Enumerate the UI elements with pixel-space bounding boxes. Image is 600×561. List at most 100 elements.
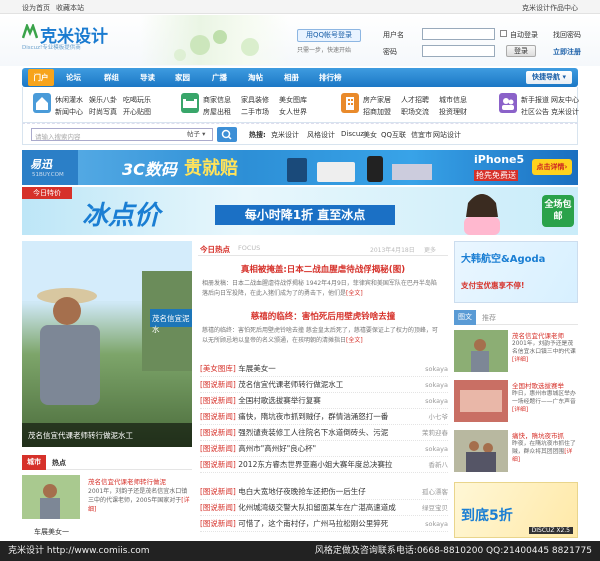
- qq-login-button[interactable]: 用QQ帐号登录: [297, 29, 361, 42]
- hot-search-item[interactable]: 网站设计: [433, 130, 461, 140]
- city-footer-item[interactable]: 车展美女一: [34, 527, 69, 537]
- city-thumbnail: [22, 475, 80, 519]
- side-ad-airline[interactable]: 大韩航空&Agoda 支付宝优惠享不停!: [454, 241, 578, 303]
- category-group-3: 房产家居 招商加盟 人才招聘 职场交流 城市信息 投资理财: [341, 91, 481, 119]
- hot-search-item[interactable]: 美女: [363, 130, 377, 140]
- add-favorite-link[interactable]: 收藏本站: [56, 3, 84, 13]
- nav-portal[interactable]: 门户: [28, 69, 54, 86]
- photo-caption[interactable]: 茂名信宜代课老师转行做泥水工: [28, 430, 133, 441]
- news-item[interactable]: [图说新闻] 电白大宽地仔夜晚抢车还把伤一后生仔 孤心漂客: [200, 484, 448, 500]
- ad-banner-icepoint[interactable]: 今日特价 冰点价 每小时降1折 直至冰点 全场包邮: [22, 187, 578, 235]
- category-group-4: 新手报道 社区公告 网友中心 克米设计: [499, 91, 579, 119]
- auto-login-checkbox[interactable]: [500, 30, 507, 37]
- search-button[interactable]: [217, 127, 237, 142]
- headline-2[interactable]: 慈禧的临终：害怕死后用壁虎铃啥去撞: [198, 310, 448, 322]
- nav-album[interactable]: 相册: [284, 72, 299, 83]
- category-link[interactable]: 职场交流: [401, 107, 429, 117]
- more-link[interactable]: 更多: [424, 245, 436, 254]
- tab-hot[interactable]: 热点: [52, 458, 66, 468]
- login-button[interactable]: 登录: [506, 45, 536, 57]
- category-link[interactable]: 娱乐八卦: [89, 95, 117, 105]
- password-label: 密码: [383, 48, 397, 56]
- category-link[interactable]: 家具装修: [241, 95, 269, 105]
- category-link[interactable]: 商家信息: [203, 95, 231, 105]
- tab-city[interactable]: 城市: [22, 455, 46, 470]
- news-item[interactable]: [图说新闻] 痛快，隋坑夜市抓到贼仔，群情汹涌怒打一番 小七爷: [200, 409, 448, 425]
- password-input[interactable]: [422, 45, 495, 57]
- headline-1[interactable]: 真相被掩盖:日本二战血腥虐待战俘揭秘(图): [198, 263, 448, 275]
- brand-box: 易迅 51BUY.COM: [22, 150, 78, 185]
- search-input[interactable]: 请输入搜索内容: [31, 128, 213, 141]
- search-scope-select[interactable]: 帖子 ▾: [187, 129, 213, 140]
- category-link[interactable]: 房屋出租: [203, 107, 231, 117]
- tab-pic[interactable]: 图文: [454, 310, 476, 325]
- find-password-link[interactable]: 找回密码: [553, 30, 581, 40]
- nav-group[interactable]: 群组: [104, 72, 119, 83]
- nav-broadcast[interactable]: 广播: [212, 72, 227, 83]
- side-pic-item[interactable]: 痛快，隋坑夜市抓 昨夜，在隋坑夜市抓住了贼，群众将其团团围[详细]: [454, 430, 578, 475]
- side-thumb-1: [454, 330, 508, 372]
- site-logo[interactable]: 克米设计 Discuz!专业模板提供商: [22, 22, 117, 52]
- username-select[interactable]: 用户名: [383, 30, 404, 40]
- side-pic-item[interactable]: 全国村歌选拔赛举 昨日，惠州市惠城区举办一场经题行——广东声音[详细]: [454, 380, 578, 425]
- category-link[interactable]: 开心贴图: [123, 107, 151, 117]
- category-link[interactable]: 美女图库: [279, 95, 307, 105]
- category-link[interactable]: 吃喝玩乐: [123, 95, 151, 105]
- register-link[interactable]: 立即注册: [553, 47, 581, 57]
- gadgets-illustration: [287, 156, 432, 182]
- category-bar: 休闲灌水 新闻中心 娱乐八卦 时尚写真 吃喝玩乐 开心贴图 商家信息 房屋出租 …: [22, 87, 579, 123]
- hot-search-item[interactable]: 信宜市: [411, 130, 432, 140]
- main-nav: 门户 论坛 群组 导读 家园 广播 淘帖 相册 排行榜 快捷导航 ▾: [22, 68, 578, 87]
- works-center-link[interactable]: 克米设计作品中心: [522, 3, 578, 13]
- side-ad-discount[interactable]: 到底5折 DISCUZ X2.5: [454, 482, 578, 538]
- ad-banner-3c[interactable]: 易迅 51BUY.COM 3C数码 贵就赔 iPhone5 抢先免费送 点击详情…: [22, 150, 578, 185]
- username-input[interactable]: [422, 28, 495, 40]
- category-link[interactable]: 城市信息: [439, 95, 467, 105]
- photo-slider[interactable]: 茂名信宜泥水 茂名信宜代课老师转行做泥水工: [22, 241, 192, 447]
- hot-search-item[interactable]: Discuz: [341, 130, 364, 138]
- city-hot-section: 城市 热点 茂名信宜代课老师转行做泥 2001年，刘韵子还是茂名信宜水口镇三中的…: [22, 455, 192, 536]
- category-link[interactable]: 房产家居: [363, 95, 391, 105]
- category-link[interactable]: 新手报道: [521, 95, 549, 105]
- banner-cta-button[interactable]: 点击详情›: [532, 159, 572, 175]
- category-link[interactable]: 招商加盟: [363, 107, 391, 117]
- nav-ranking[interactable]: 排行榜: [319, 72, 342, 83]
- category-link[interactable]: 新闻中心: [55, 107, 83, 117]
- banner-free: 抢先免费送: [474, 170, 518, 181]
- discuz-badge: DISCUZ X2.5: [528, 527, 573, 534]
- category-link[interactable]: 时尚写真: [89, 107, 117, 117]
- nav-forum[interactable]: 论坛: [66, 72, 81, 83]
- category-link[interactable]: 休闲灌水: [55, 95, 83, 105]
- quick-nav-button[interactable]: 快捷导航 ▾: [526, 71, 572, 84]
- news-item[interactable]: [图说新闻] 2012东方睿杰世界亚裔小姐大赛年度总决赛拉 香新八: [200, 457, 448, 473]
- category-link[interactable]: 女人世界: [279, 107, 307, 117]
- category-link[interactable]: 人才招聘: [401, 95, 429, 105]
- news-item[interactable]: [美女图库] 车展美女一 sokaya: [200, 361, 448, 377]
- footer-site[interactable]: 克米设计 http://www.comiis.com: [8, 541, 150, 561]
- news-item[interactable]: [图说新闻] 高州市"高州好"良心杯" sokaya: [200, 441, 448, 457]
- set-homepage-link[interactable]: 设为首页: [22, 3, 50, 13]
- nav-collection[interactable]: 淘帖: [248, 72, 263, 83]
- nav-home[interactable]: 家园: [175, 72, 190, 83]
- news-item[interactable]: [图说新闻] 可惜了，这个南村仔，广州马拉松刚公里猝死 sokaya: [200, 516, 448, 532]
- tab-recommend[interactable]: 推荐: [482, 313, 496, 323]
- news-item[interactable]: [图说新闻] 茂名信宜代课老师转行做泥水工 sokaya: [200, 377, 448, 393]
- category-link[interactable]: 社区公告: [521, 107, 549, 117]
- news-item[interactable]: [图说新闻] 化州城湾级交警大队扣留面某车在广湛高速道成 绿豆宝贝: [200, 500, 448, 516]
- city-headline[interactable]: 茂名信宜代课老师转行做泥: [88, 476, 166, 486]
- category-link[interactable]: 二手市场: [241, 107, 269, 117]
- hot-search-item[interactable]: 风格设计: [307, 130, 335, 140]
- news-item[interactable]: [图说新闻] 全国村歌选拔赛举行复赛 sokaya: [200, 393, 448, 409]
- side-pic-item[interactable]: 茂名信宜代课老师 2001年，刘韵予还是茂名信宜水口镇三中的代课[详细]: [454, 330, 578, 375]
- category-link[interactable]: 投资理财: [439, 107, 467, 117]
- category-link[interactable]: 网友中心: [551, 95, 579, 105]
- hot-search-item[interactable]: QQ互联: [381, 130, 406, 140]
- auto-login-label: 自动登录: [510, 31, 538, 39]
- tab-today-hot[interactable]: 今日热点: [200, 244, 230, 255]
- headline-1-summary: 相册发稿：日本二战血腥虐待战俘揭秘 1942年4月9日，菲律宾和美国军队在巴丹半…: [202, 280, 437, 297]
- hot-search-item[interactable]: 克米设计: [271, 130, 299, 140]
- nav-guide[interactable]: 导读: [140, 72, 155, 83]
- news-item[interactable]: [图说新闻] 强烈谴责装修工人往院名下水道倒砖头、污泥 茉莉迎春: [200, 425, 448, 441]
- today-date: 2013年4月18日: [370, 247, 415, 254]
- category-link[interactable]: 克米设计: [551, 107, 579, 117]
